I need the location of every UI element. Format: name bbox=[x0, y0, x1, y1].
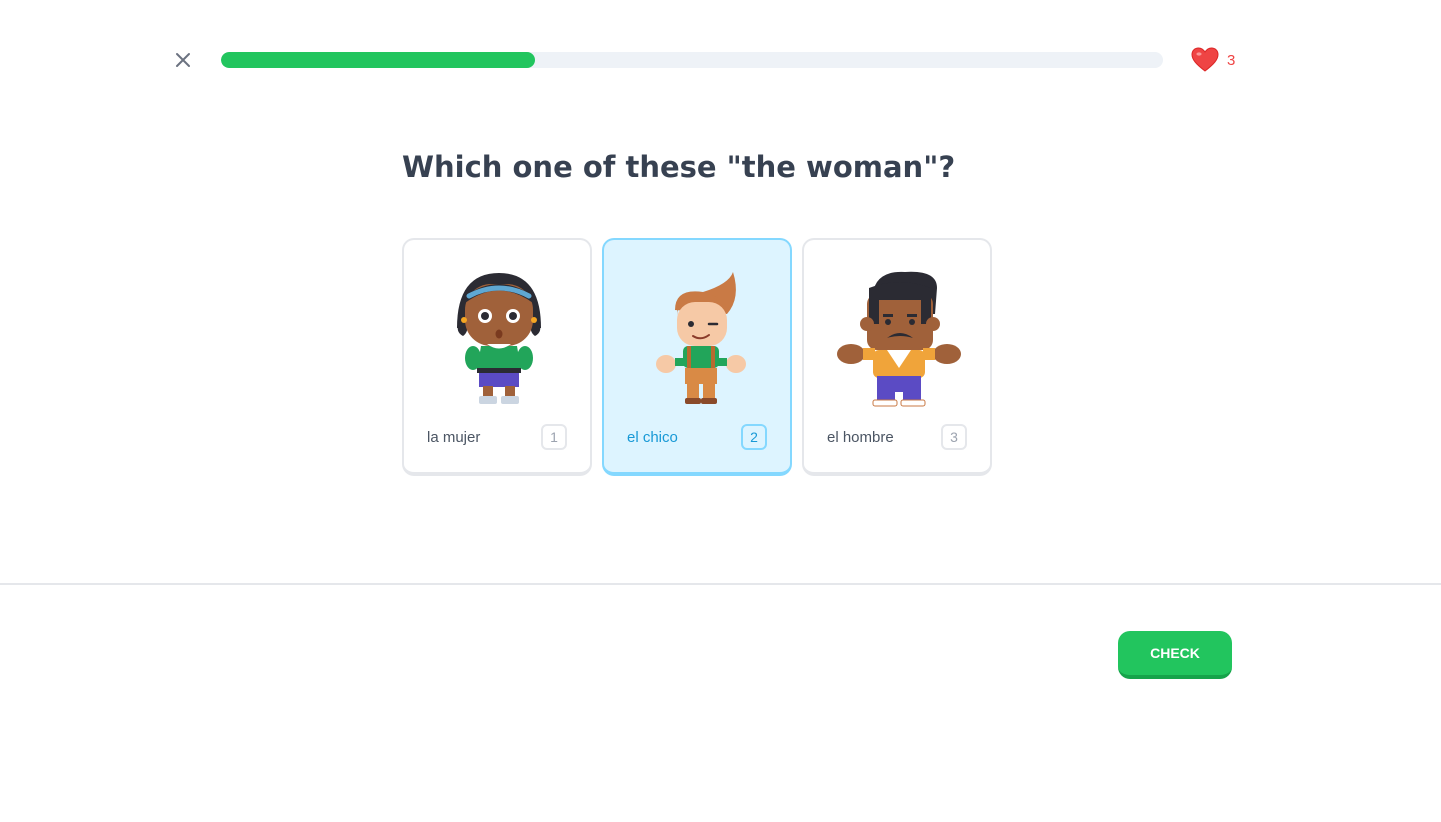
hearts-count: 3 bbox=[1227, 51, 1236, 69]
boy-character bbox=[656, 272, 746, 404]
option-label: el hombre bbox=[827, 429, 894, 446]
option-card-el-chico[interactable]: el chico 2 bbox=[602, 238, 792, 476]
footer-divider bbox=[0, 583, 1441, 585]
answer-options: la mujer 1 el chico 2 el hombre 3 bbox=[402, 238, 992, 476]
option-card-el-hombre[interactable]: el hombre 3 bbox=[802, 238, 992, 476]
hearts-counter: 3 bbox=[1191, 46, 1235, 74]
lesson-progress-bar bbox=[221, 52, 1163, 68]
close-icon bbox=[176, 53, 190, 67]
option-label: la mujer bbox=[427, 429, 481, 446]
close-button[interactable] bbox=[170, 47, 196, 73]
heart-icon bbox=[1191, 47, 1219, 72]
progress-fill bbox=[221, 52, 535, 68]
option-key-badge: 1 bbox=[541, 424, 567, 450]
option-key-badge: 2 bbox=[741, 424, 767, 450]
check-button[interactable]: CHECK bbox=[1118, 631, 1232, 679]
question-prompt: Which one of these "the woman"? bbox=[402, 150, 956, 184]
woman-character bbox=[457, 273, 541, 404]
option-key-badge: 3 bbox=[941, 424, 967, 450]
man-character bbox=[837, 271, 961, 407]
option-label: el chico bbox=[627, 429, 678, 446]
option-card-la-mujer[interactable]: la mujer 1 bbox=[402, 238, 592, 476]
